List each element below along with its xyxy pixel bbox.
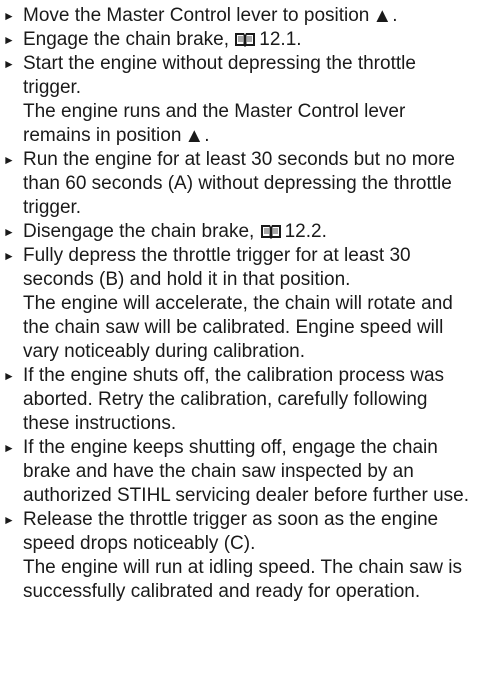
- step-disengage-chain-brake: ► Disengage the chain brake, 12.2.: [3, 220, 476, 244]
- result-text: The engine will accelerate, the chain wi…: [23, 293, 453, 362]
- triangle-up-icon: ▲: [184, 125, 205, 147]
- step-engage-chain-brake: ► Engage the chain brake, 12.1.: [3, 28, 476, 52]
- page-reference-link[interactable]: 12.1.: [259, 29, 301, 50]
- step-text: Release the throttle trigger as soon as …: [23, 509, 439, 554]
- step-text: Start the engine without depressing the …: [23, 53, 416, 98]
- bullet-arrow-icon: ►: [3, 225, 15, 239]
- bullet-arrow-icon: ►: [3, 513, 15, 527]
- step-release-throttle-trigger: ► Release the throttle trigger as soon a…: [3, 508, 476, 604]
- calibration-steps-list: ► Move the Master Control lever to posit…: [3, 4, 476, 604]
- step-start-engine: ► Start the engine without depressing th…: [3, 52, 476, 148]
- result-text: The engine runs and the Master Control l…: [23, 101, 406, 122]
- bullet-arrow-icon: ►: [3, 369, 15, 383]
- bullet-arrow-icon: ►: [3, 249, 15, 263]
- step-text: Engage the chain brake,: [23, 29, 229, 50]
- result-text-cont: remains in position: [23, 125, 182, 146]
- step-text-end: .: [392, 5, 398, 26]
- step-text: If the engine shuts off, the calibration…: [23, 365, 445, 434]
- step-text: Disengage the chain brake,: [23, 221, 255, 242]
- step-depress-throttle-trigger: ► Fully depress the throttle trigger for…: [3, 244, 476, 364]
- step-text: Run the engine for at least 30 seconds b…: [23, 149, 455, 218]
- bullet-arrow-icon: ►: [3, 153, 15, 167]
- result-text: The engine will run at idling speed. The…: [23, 557, 463, 602]
- instruction-page: ► Move the Master Control lever to posit…: [0, 0, 482, 700]
- step-run-engine-30-seconds: ► Run the engine for at least 30 seconds…: [3, 148, 476, 220]
- step-text: If the engine keeps shutting off, engage…: [23, 437, 470, 506]
- bullet-arrow-icon: ►: [3, 9, 15, 23]
- step-engine-keeps-shutting-off: ► If the engine keeps shutting off, enga…: [3, 436, 476, 508]
- step-text: Fully depress the throttle trigger for a…: [23, 245, 411, 290]
- step-engine-shuts-off: ► If the engine shuts off, the calibrati…: [3, 364, 476, 436]
- triangle-up-icon: ▲: [372, 5, 393, 27]
- result-text-end: .: [204, 125, 210, 146]
- book-icon: [234, 31, 256, 47]
- page-reference-link[interactable]: 12.2.: [285, 221, 327, 242]
- book-icon: [260, 223, 282, 239]
- step-move-master-control-lever: ► Move the Master Control lever to posit…: [3, 4, 476, 28]
- bullet-arrow-icon: ►: [3, 33, 15, 47]
- bullet-arrow-icon: ►: [3, 57, 15, 71]
- bullet-arrow-icon: ►: [3, 441, 15, 455]
- step-text: Move the Master Control lever to positio…: [23, 5, 370, 26]
